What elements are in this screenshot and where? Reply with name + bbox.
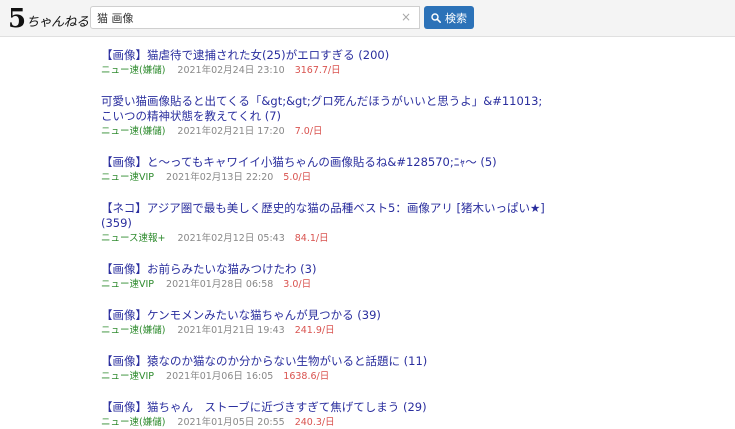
list-item: 【ネコ】アジア圏で最も美しく歴史的な猫の品種ベスト5：画像アリ [猪木いっぱい★…	[101, 201, 661, 245]
list-item: 【画像】お前らみたいな猫みつけたわ (3) ニュー速VIP 2021年01月28日…	[101, 262, 661, 291]
post-speed: 84.1/日	[294, 233, 329, 244]
post-date: 2021年01月06日 16:05	[166, 371, 274, 382]
board-name: ニュー速(嫌儲)	[101, 325, 166, 336]
thread-meta: ニュー速VIP 2021年02月13日 22:20 5.0/日	[101, 171, 661, 184]
clear-icon[interactable]: ×	[399, 9, 413, 26]
thread-meta: ニュー速(嫌儲) 2021年01月21日 19:43 241.9/日	[101, 324, 661, 337]
header-bar: 5 ちゃんねる × 検索	[0, 0, 735, 37]
post-speed: 3.0/日	[283, 279, 312, 290]
board-name: ニュー速(嫌儲)	[101, 65, 166, 76]
search-icon	[431, 12, 441, 23]
list-item: 【画像】猫虐待で逮捕された女(25)がエロすぎる (200) ニュー速(嫌儲) 2…	[101, 48, 661, 77]
board-name: ニュース速報+	[101, 233, 166, 244]
logo-number: 5	[8, 4, 26, 34]
board-name: ニュー速VIP	[101, 279, 155, 290]
thread-title-link[interactable]: 【画像】猿なのか猫なのか分からない生物がいると話題に (11)	[101, 354, 553, 369]
thread-title-link[interactable]: 可愛い猫画像貼ると出てくる「&gt;&gt;グロ死んだほうがいいと思うよ」&#1…	[101, 94, 553, 124]
board-name: ニュー速VIP	[101, 371, 155, 382]
post-date: 2021年01月28日 06:58	[166, 279, 274, 290]
search-box: ×	[90, 6, 420, 29]
list-item: 【画像】猿なのか猫なのか分からない生物がいると話題に (11) ニュー速VIP 2…	[101, 354, 661, 383]
result-list: 【画像】猫虐待で逮捕された女(25)がエロすぎる (200) ニュー速(嫌儲) 2…	[101, 48, 661, 429]
site-logo[interactable]: 5 ちゃんねる	[8, 4, 89, 32]
thread-title-link[interactable]: 【画像】と～ってもキャワイイ小猫ちゃんの画像貼るね&#128570;ﾆｬ～ (5…	[101, 155, 553, 170]
thread-meta: ニュー速(嫌儲) 2021年01月05日 20:55 240.3/日	[101, 416, 661, 429]
thread-title-link[interactable]: 【画像】ケンモメンみたいな猫ちゃんが見つかる (39)	[101, 308, 553, 323]
thread-meta: ニュー速VIP 2021年01月28日 06:58 3.0/日	[101, 278, 661, 291]
post-date: 2021年02月12日 05:43	[177, 233, 285, 244]
post-speed: 5.0/日	[283, 172, 312, 183]
post-date: 2021年02月13日 22:20	[166, 172, 274, 183]
search-button-label: 検索	[445, 11, 467, 25]
board-name: ニュー速(嫌儲)	[101, 126, 166, 137]
list-item: 【画像】と～ってもキャワイイ小猫ちゃんの画像貼るね&#128570;ﾆｬ～ (5…	[101, 155, 661, 184]
thread-title-link[interactable]: 【画像】猫ちゃん ストーブに近づきすぎて焦げてしまう (29)	[101, 400, 553, 415]
thread-meta: ニュー速(嫌儲) 2021年02月21日 17:20 7.0/日	[101, 125, 661, 138]
post-date: 2021年02月21日 17:20	[177, 126, 285, 137]
thread-title-link[interactable]: 【ネコ】アジア圏で最も美しく歴史的な猫の品種ベスト5：画像アリ [猪木いっぱい★…	[101, 201, 553, 231]
thread-meta: ニュー速VIP 2021年01月06日 16:05 1638.6/日	[101, 370, 661, 383]
post-date: 2021年01月21日 19:43	[177, 325, 285, 336]
post-speed: 3167.7/日	[294, 65, 341, 76]
post-speed: 241.9/日	[294, 325, 335, 336]
thread-title-link[interactable]: 【画像】お前らみたいな猫みつけたわ (3)	[101, 262, 553, 277]
post-speed: 7.0/日	[294, 126, 323, 137]
list-item: 可愛い猫画像貼ると出てくる「&gt;&gt;グロ死んだほうがいいと思うよ」&#1…	[101, 94, 661, 138]
thread-meta: ニュース速報+ 2021年02月12日 05:43 84.1/日	[101, 232, 661, 245]
thread-title-link[interactable]: 【画像】猫虐待で逮捕された女(25)がエロすぎる (200)	[101, 48, 553, 63]
post-speed: 240.3/日	[294, 417, 335, 428]
list-item: 【画像】猫ちゃん ストーブに近づきすぎて焦げてしまう (29) ニュー速(嫌儲)…	[101, 400, 661, 429]
thread-meta: ニュー速(嫌儲) 2021年02月24日 23:10 3167.7/日	[101, 64, 661, 77]
list-item: 【画像】ケンモメンみたいな猫ちゃんが見つかる (39) ニュー速(嫌儲) 2021…	[101, 308, 661, 337]
logo-text: ちゃんねる	[26, 15, 89, 30]
board-name: ニュー速VIP	[101, 172, 155, 183]
post-date: 2021年02月24日 23:10	[177, 65, 285, 76]
board-name: ニュー速(嫌儲)	[101, 417, 166, 428]
search-input[interactable]	[97, 9, 387, 26]
search-button[interactable]: 検索	[424, 6, 474, 29]
post-date: 2021年01月05日 20:55	[177, 417, 285, 428]
post-speed: 1638.6/日	[283, 371, 330, 382]
